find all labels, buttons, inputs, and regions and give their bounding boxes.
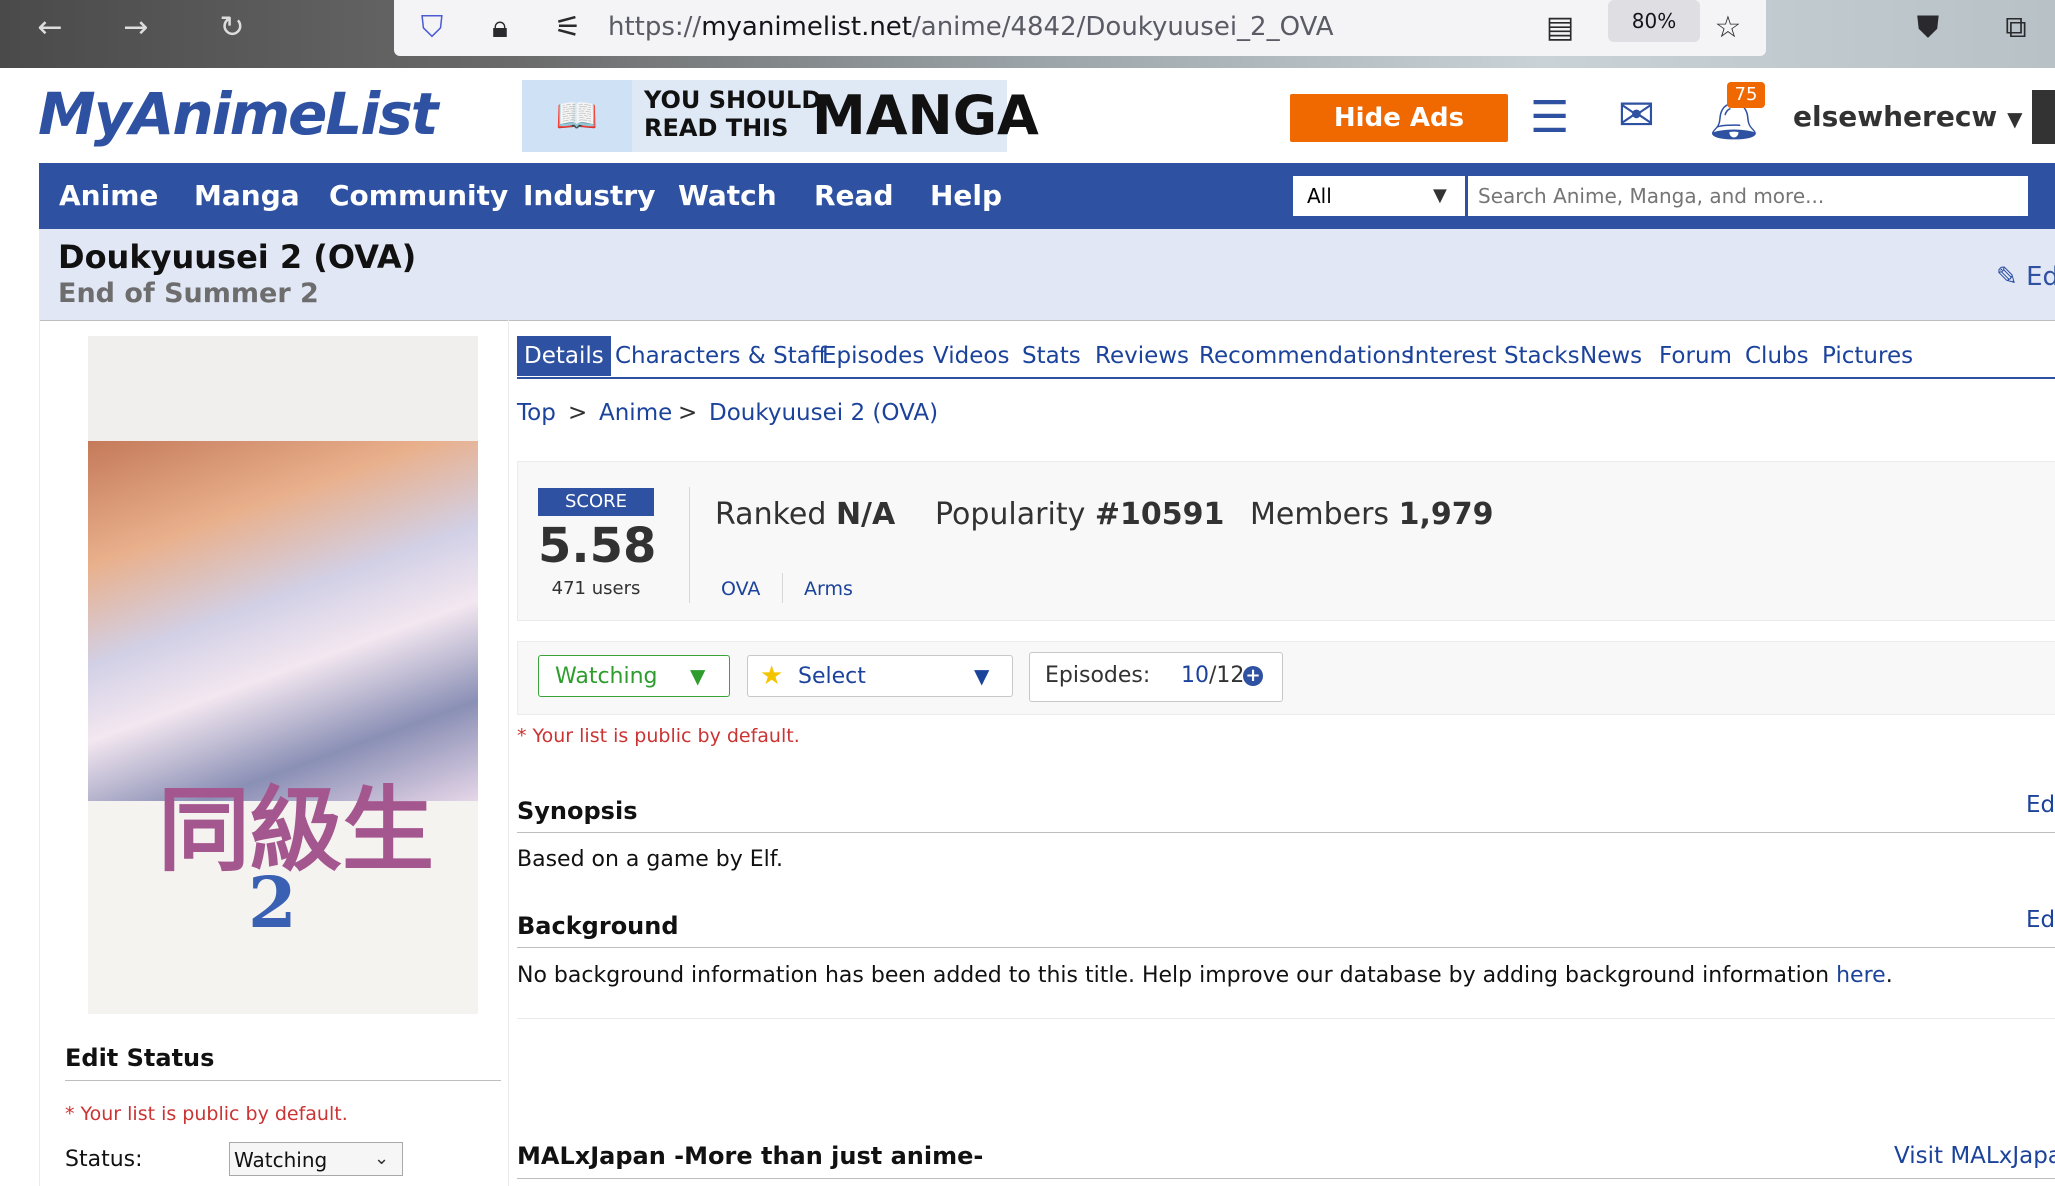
pocket-icon[interactable]: ⛊ <box>1908 8 1948 48</box>
user-menu[interactable]: elsewherecw ▼ <box>1793 100 2022 133</box>
dropdown-arrow-icon: ▼ <box>974 664 990 688</box>
bookmark-star-icon[interactable]: ☆ <box>1708 8 1748 48</box>
tab-forum[interactable]: Forum <box>1659 336 1732 376</box>
cover-image[interactable]: 同級生 2 <box>88 336 478 1014</box>
search-input[interactable] <box>1468 176 2028 216</box>
banner-title: MANGA <box>812 84 1039 147</box>
permissions-icon[interactable]: ⚟ <box>548 8 588 48</box>
tab-clubs[interactable]: Clubs <box>1745 336 1809 376</box>
edit-title-link[interactable]: ✎ Edit <box>1996 262 2055 292</box>
episodes-label: Episodes: <box>1045 663 1151 688</box>
background-heading: Background <box>517 912 679 940</box>
nav-read[interactable]: Read <box>814 163 894 229</box>
public-list-note: * Your list is public by default. <box>517 725 800 747</box>
url-text[interactable]: https://myanimelist.net/anime/4842/Douky… <box>608 5 1334 49</box>
type-link[interactable]: OVA <box>721 578 760 600</box>
chevron-down-icon: ⌄ <box>374 1148 390 1169</box>
cover-logo-number: 2 <box>248 861 297 944</box>
chevron-down-icon: ▼ <box>2007 107 2023 131</box>
tab-characters-staff[interactable]: Characters & Staff <box>615 336 827 376</box>
tab-recommendations[interactable]: Recommendations <box>1199 336 1413 376</box>
breadcrumb-title[interactable]: Doukyuusei 2 (OVA) <box>709 400 938 426</box>
dropdown-arrow-icon: ▼ <box>1433 185 1447 206</box>
nav-manga[interactable]: Manga <box>194 163 300 229</box>
star-icon: ★ <box>760 661 784 691</box>
tab-episodes[interactable]: Episodes <box>822 336 924 376</box>
divider <box>689 487 690 603</box>
breadcrumb-separator: > <box>568 400 588 426</box>
reload-icon[interactable]: ↻ <box>212 8 252 48</box>
reading-cat-icon: 📖 <box>522 80 632 152</box>
zoom-level[interactable]: 80% <box>1608 0 1700 42</box>
popularity-stat: Popularity #10591 <box>935 497 1225 532</box>
shield-icon[interactable]: ⛉ <box>412 8 452 48</box>
divider <box>517 1178 2055 1179</box>
episodes-watched[interactable]: 10 <box>1181 663 1209 688</box>
nav-anime[interactable]: Anime <box>59 163 158 229</box>
divider <box>517 832 2055 833</box>
cover-artwork <box>88 441 478 801</box>
reader-view-icon[interactable]: ▤ <box>1540 8 1580 48</box>
cover-top-area <box>88 336 478 441</box>
breadcrumb-anime[interactable]: Anime <box>599 400 672 426</box>
page-title: Doukyuusei 2 (OVA) <box>58 238 417 276</box>
divider <box>782 573 783 603</box>
nav-watch[interactable]: Watch <box>678 163 777 229</box>
synopsis-edit-link[interactable]: Edit <box>2026 792 2055 818</box>
divider <box>517 947 2055 948</box>
ranked-stat: Ranked N/A <box>715 497 896 532</box>
synopsis-text: Based on a game by Elf. <box>517 847 783 872</box>
status-label: Status: <box>65 1147 143 1172</box>
english-title: End of Summer 2 <box>58 278 319 309</box>
edit-status-heading: Edit Status <box>65 1044 215 1072</box>
background-here-link[interactable]: here <box>1836 963 1886 988</box>
avatar[interactable] <box>2032 90 2055 144</box>
lock-icon[interactable]: 🔒︎ <box>480 8 520 48</box>
nav-community[interactable]: Community <box>329 163 508 229</box>
members-stat: Members 1,979 <box>1250 497 1494 532</box>
malxjapan-heading: MALxJapan -More than just anime- <box>517 1142 984 1170</box>
increment-episode-icon[interactable]: + <box>1243 666 1263 686</box>
dropdown-arrow-icon: ▼ <box>690 664 706 688</box>
tab-reviews[interactable]: Reviews <box>1095 336 1189 376</box>
score-label: SCORE <box>538 488 654 516</box>
tab-stats[interactable]: Stats <box>1022 336 1081 376</box>
divider <box>65 1080 501 1081</box>
studio-link[interactable]: Arms <box>804 578 853 600</box>
hide-ads-button[interactable]: Hide Ads <box>1290 94 1508 142</box>
tabs-underline <box>517 377 2055 379</box>
score-value: 5.58 <box>538 518 657 574</box>
nav-industry[interactable]: Industry <box>523 163 655 229</box>
forward-arrow-icon[interactable]: → <box>116 8 156 48</box>
pencil-icon: ✎ <box>1996 262 2018 292</box>
mail-icon[interactable]: ✉ <box>1618 92 1655 140</box>
tab-details[interactable]: Details <box>517 336 611 376</box>
visit-malxjapan-link[interactable]: Visit MALxJapan <box>1894 1143 2055 1169</box>
episodes-progress[interactable]: 10/12 <box>1181 652 1244 700</box>
background-text: No background information has been added… <box>517 963 1893 988</box>
tab-news[interactable]: News <box>1580 336 1642 376</box>
list-icon[interactable]: ☰ <box>1530 94 1569 142</box>
synopsis-heading: Synopsis <box>517 797 638 825</box>
breadcrumb-top[interactable]: Top <box>517 400 556 426</box>
extensions-icon[interactable]: ⧉ <box>1996 8 2036 48</box>
background-edit-link[interactable]: Edit <box>2026 907 2055 933</box>
public-list-note: * Your list is public by default. <box>65 1103 348 1125</box>
tab-interest-stacks[interactable]: Interest Stacks <box>1408 336 1580 376</box>
breadcrumb-separator: > <box>678 400 698 426</box>
tab-videos[interactable]: Videos <box>933 336 1009 376</box>
nav-help[interactable]: Help <box>930 163 1002 229</box>
banner-text: YOU SHOULD READ THIS <box>644 86 822 142</box>
back-arrow-icon[interactable]: ← <box>30 8 70 48</box>
tab-pictures[interactable]: Pictures <box>1822 336 1913 376</box>
ad-banner[interactable]: 📖 YOU SHOULD READ THIS MANGA <box>522 80 1039 152</box>
score-users: 471 users <box>551 578 641 599</box>
notification-badge[interactable]: 75 <box>1727 82 1765 108</box>
divider <box>517 1018 2055 1019</box>
site-logo[interactable]: MyAnimeList <box>38 80 438 148</box>
